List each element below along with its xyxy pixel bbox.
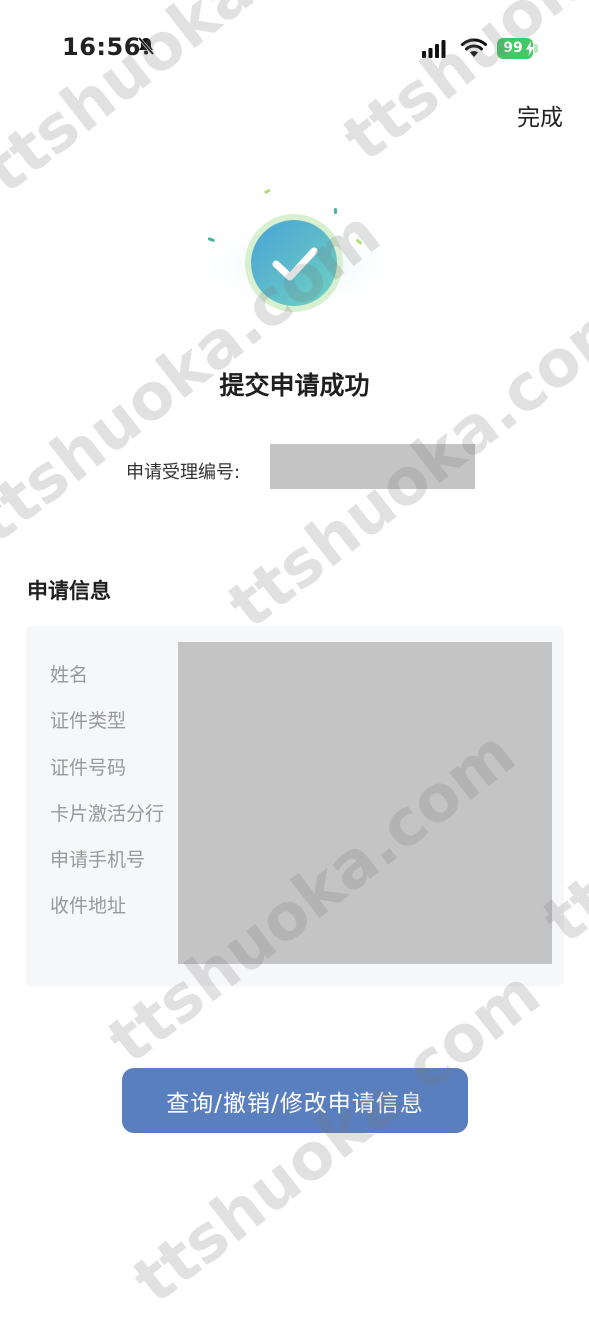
field-label-id-type: 证件类型: [50, 710, 127, 732]
battery-indicator: 99: [497, 38, 539, 59]
cellular-signal-icon: [422, 40, 446, 58]
done-button[interactable]: 完成: [517, 98, 563, 132]
bell-muted-icon: [137, 37, 155, 55]
reference-number-redacted: [270, 444, 475, 489]
battery-level: 99: [503, 40, 523, 56]
field-values-redacted: [178, 642, 552, 964]
field-label-address: 收件地址: [50, 895, 127, 917]
query-cancel-modify-button[interactable]: 查询/撤销/修改申请信息: [122, 1068, 468, 1133]
success-check-icon: [194, 189, 404, 314]
field-label-activation-branch: 卡片激活分行: [50, 803, 165, 825]
field-label-id-number: 证件号码: [50, 757, 127, 779]
wifi-icon: [461, 38, 487, 57]
battery-tip: [534, 44, 538, 53]
field-label-phone: 申请手机号: [50, 849, 146, 871]
section-title-application-info: 申请信息: [27, 579, 111, 603]
watermark-text: ttshuoka.com: [120, 956, 555, 1318]
success-title: 提交申请成功: [219, 371, 370, 400]
reference-number-label: 申请受理编号:: [126, 462, 241, 483]
status-bar: 16:56 99: [0, 0, 589, 96]
field-label-name: 姓名: [50, 664, 89, 686]
status-time: 16:56: [62, 33, 141, 61]
application-info-card: 姓名 证件类型 证件号码 卡片激活分行 申请手机号 收件地址: [26, 626, 564, 986]
